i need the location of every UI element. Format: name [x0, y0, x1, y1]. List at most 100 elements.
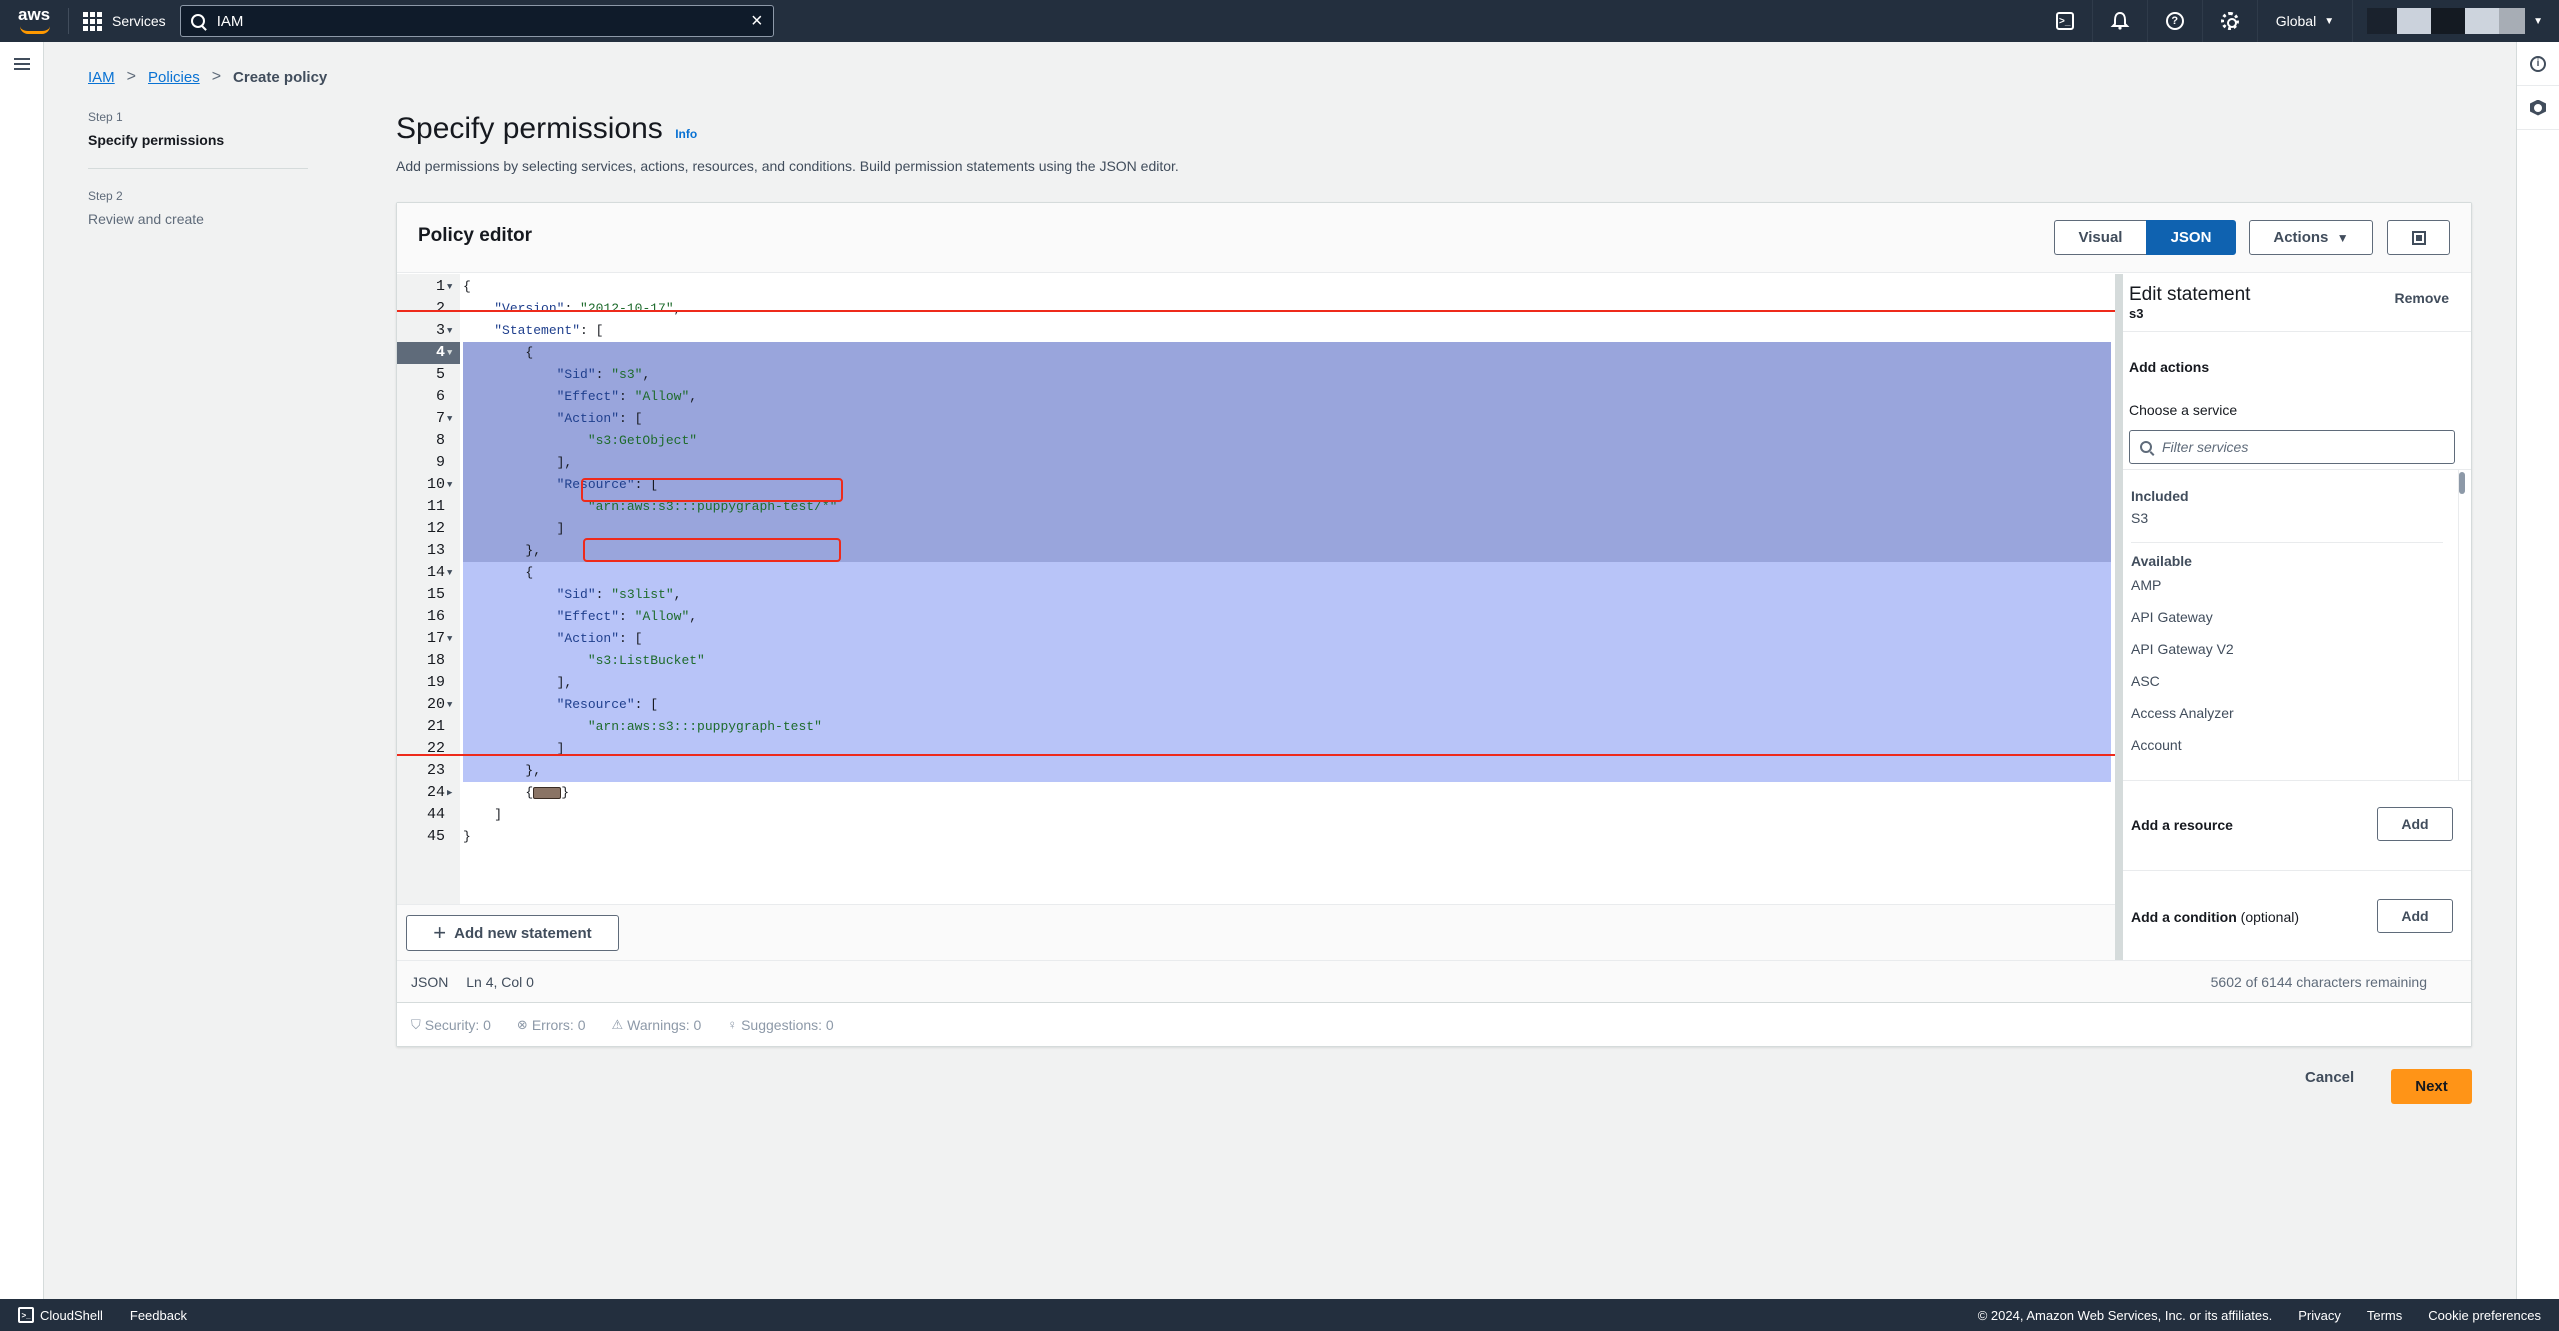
service-item-s3[interactable]: S3	[2123, 504, 2471, 532]
code-line[interactable]: 15 "Sid": "s3list",	[397, 584, 2115, 606]
terms-link[interactable]: Terms	[2367, 1308, 2402, 1323]
errors-count: Errors: 0	[531, 1016, 586, 1033]
json-code-editor[interactable]: 1 ▼{2 "Version": "2012-10-17", 3 ▼ "Stateme…	[397, 274, 2115, 904]
actions-dropdown[interactable]: Actions ▼	[2249, 220, 2373, 255]
top-navigation: aws Services × >_ ? Global ▼ ▼	[0, 0, 2559, 42]
settings-button[interactable]	[2203, 0, 2258, 42]
line-number: 20	[426, 696, 445, 713]
code-text: },	[463, 543, 542, 558]
service-item[interactable]: Account	[2123, 729, 2471, 761]
error-findings[interactable]: ⊗ Errors: 0	[517, 1017, 586, 1033]
code-text: "s3:GetObject"	[587, 433, 698, 448]
next-button[interactable]: Next	[2391, 1069, 2472, 1104]
collapse-fold-icon[interactable]: ▼	[447, 408, 452, 430]
code-line[interactable]: 18 "s3:ListBucket"	[397, 650, 2115, 672]
code-line[interactable]: 45}	[397, 826, 2115, 848]
remove-statement-button[interactable]: Remove	[2395, 290, 2449, 306]
service-item[interactable]: ASC	[2123, 665, 2471, 697]
help-button[interactable]: ?	[2148, 0, 2203, 42]
security-findings[interactable]: ⛉ Security: 0	[411, 1017, 491, 1033]
suggestion-findings[interactable]: ♀ Suggestions: 0	[727, 1017, 833, 1033]
collapse-fold-icon[interactable]: ▼	[447, 276, 452, 298]
menu-icon[interactable]	[14, 58, 30, 70]
code-line[interactable]: 21 "arn:aws:s3:::puppygraph-test"	[397, 716, 2115, 738]
privacy-link[interactable]: Privacy	[2298, 1308, 2341, 1323]
warning-findings[interactable]: ⚠ Warnings: 0	[612, 1017, 702, 1033]
clear-search-icon[interactable]: ×	[751, 10, 763, 33]
line-number: 6	[435, 388, 445, 405]
code-line[interactable]: 3 ▼ "Statement": [	[397, 320, 2115, 342]
add-condition-button[interactable]: Add	[2377, 899, 2453, 933]
collapse-fold-icon[interactable]: ▼	[447, 474, 452, 496]
json-mode-button[interactable]: JSON	[2146, 220, 2236, 255]
breadcrumb-iam[interactable]: IAM	[88, 69, 115, 86]
filter-services-input[interactable]	[2162, 439, 2442, 455]
info-panel-button[interactable]: i	[2517, 42, 2559, 86]
collapse-fold-icon[interactable]: ▼	[447, 562, 452, 584]
suggestions-count: Suggestions: 0	[741, 1016, 834, 1033]
code-line[interactable]: 17 ▼ "Action": [	[397, 628, 2115, 650]
code-line[interactable]: 7 ▼ "Action": [	[397, 408, 2115, 430]
code-line[interactable]: 13 },	[397, 540, 2115, 562]
add-new-statement-button[interactable]: + Add new statement	[406, 915, 619, 951]
expand-fold-icon[interactable]: ▶	[447, 782, 452, 804]
code-line[interactable]: 2 "Version": "2012-10-17",	[397, 298, 2115, 320]
feature-panel-button[interactable]	[2517, 86, 2559, 130]
notifications-button[interactable]	[2093, 0, 2148, 42]
visual-mode-button[interactable]: Visual	[2054, 220, 2146, 255]
service-item[interactable]: API Gateway	[2123, 601, 2471, 633]
services-menu-button[interactable]: Services	[83, 11, 166, 31]
code-line[interactable]: 5 "Sid": "s3",	[397, 364, 2115, 386]
aws-logo[interactable]: aws	[18, 6, 58, 36]
cloudshell-button[interactable]: >_	[2038, 0, 2093, 42]
code-line[interactable]: 19 ],	[397, 672, 2115, 694]
code-line[interactable]: 4 ▼ {	[397, 342, 2115, 364]
breadcrumb-current: Create policy	[233, 68, 328, 86]
fullscreen-button[interactable]	[2387, 220, 2450, 255]
code-line[interactable]: 24 ▶ {}	[397, 782, 2115, 804]
cookie-preferences-link[interactable]: Cookie preferences	[2428, 1308, 2541, 1323]
service-item[interactable]: Access Analyzer	[2123, 697, 2471, 729]
search-input[interactable]	[216, 12, 751, 30]
code-line[interactable]: 16 "Effect": "Allow",	[397, 606, 2115, 628]
selection-highlight	[463, 386, 2111, 408]
code-line[interactable]: 6 "Effect": "Allow",	[397, 386, 2115, 408]
code-line[interactable]: 20 ▼ "Resource": [	[397, 694, 2115, 716]
region-selector[interactable]: Global ▼	[2258, 0, 2354, 42]
add-resource-button[interactable]: Add	[2377, 807, 2453, 841]
code-line[interactable]: 1 ▼ {	[397, 276, 2115, 298]
code-line[interactable]: 44 ]	[397, 804, 2115, 826]
code-line[interactable]: 22 ]	[397, 738, 2115, 760]
info-link[interactable]: Info	[675, 127, 697, 141]
global-search[interactable]: ×	[179, 5, 774, 37]
collapsed-block-marker[interactable]	[533, 786, 562, 799]
collapse-fold-icon[interactable]: ▼	[447, 628, 452, 650]
lightbulb-icon: ♀	[727, 1017, 738, 1032]
add-resource-row: Add a resource Add	[2123, 781, 2471, 871]
panel-splitter[interactable]	[2115, 274, 2123, 960]
collapse-fold-icon[interactable]: ▼	[447, 342, 452, 364]
filter-services[interactable]	[2129, 430, 2455, 464]
code-line[interactable]: 12 ]	[397, 518, 2115, 540]
code-line[interactable]: 11 "arn:aws:s3:::puppygraph-test/*"	[397, 496, 2115, 518]
code-text: "Action": [	[556, 411, 643, 426]
code-line[interactable]: 14 ▼ {	[397, 562, 2115, 584]
cloudshell-footer-button[interactable]: >_ CloudShell	[18, 1307, 103, 1323]
account-menu[interactable]: ▼	[2353, 0, 2559, 42]
service-item[interactable]: AMP	[2123, 569, 2471, 601]
code-line[interactable]: 9 ],	[397, 452, 2115, 474]
step-2-title[interactable]: Review and create	[88, 211, 308, 227]
scrollbar-thumb[interactable]	[2459, 472, 2465, 494]
code-line[interactable]: 10 ▼ "Resource": [	[397, 474, 2115, 496]
breadcrumb-policies[interactable]: Policies	[148, 69, 200, 86]
cancel-button[interactable]: Cancel	[2305, 1069, 2354, 1086]
feedback-link[interactable]: Feedback	[130, 1308, 187, 1323]
selection-highlight	[463, 474, 2111, 496]
code-line[interactable]: 23 },	[397, 760, 2115, 782]
code-line[interactable]: 8 "s3:GetObject"	[397, 430, 2115, 452]
help-icon: ?	[2165, 12, 2184, 30]
policy-editor-title: Policy editor	[418, 225, 533, 246]
service-item[interactable]: API Gateway V2	[2123, 633, 2471, 665]
collapse-fold-icon[interactable]: ▼	[447, 694, 452, 716]
collapse-fold-icon[interactable]: ▼	[447, 320, 452, 342]
